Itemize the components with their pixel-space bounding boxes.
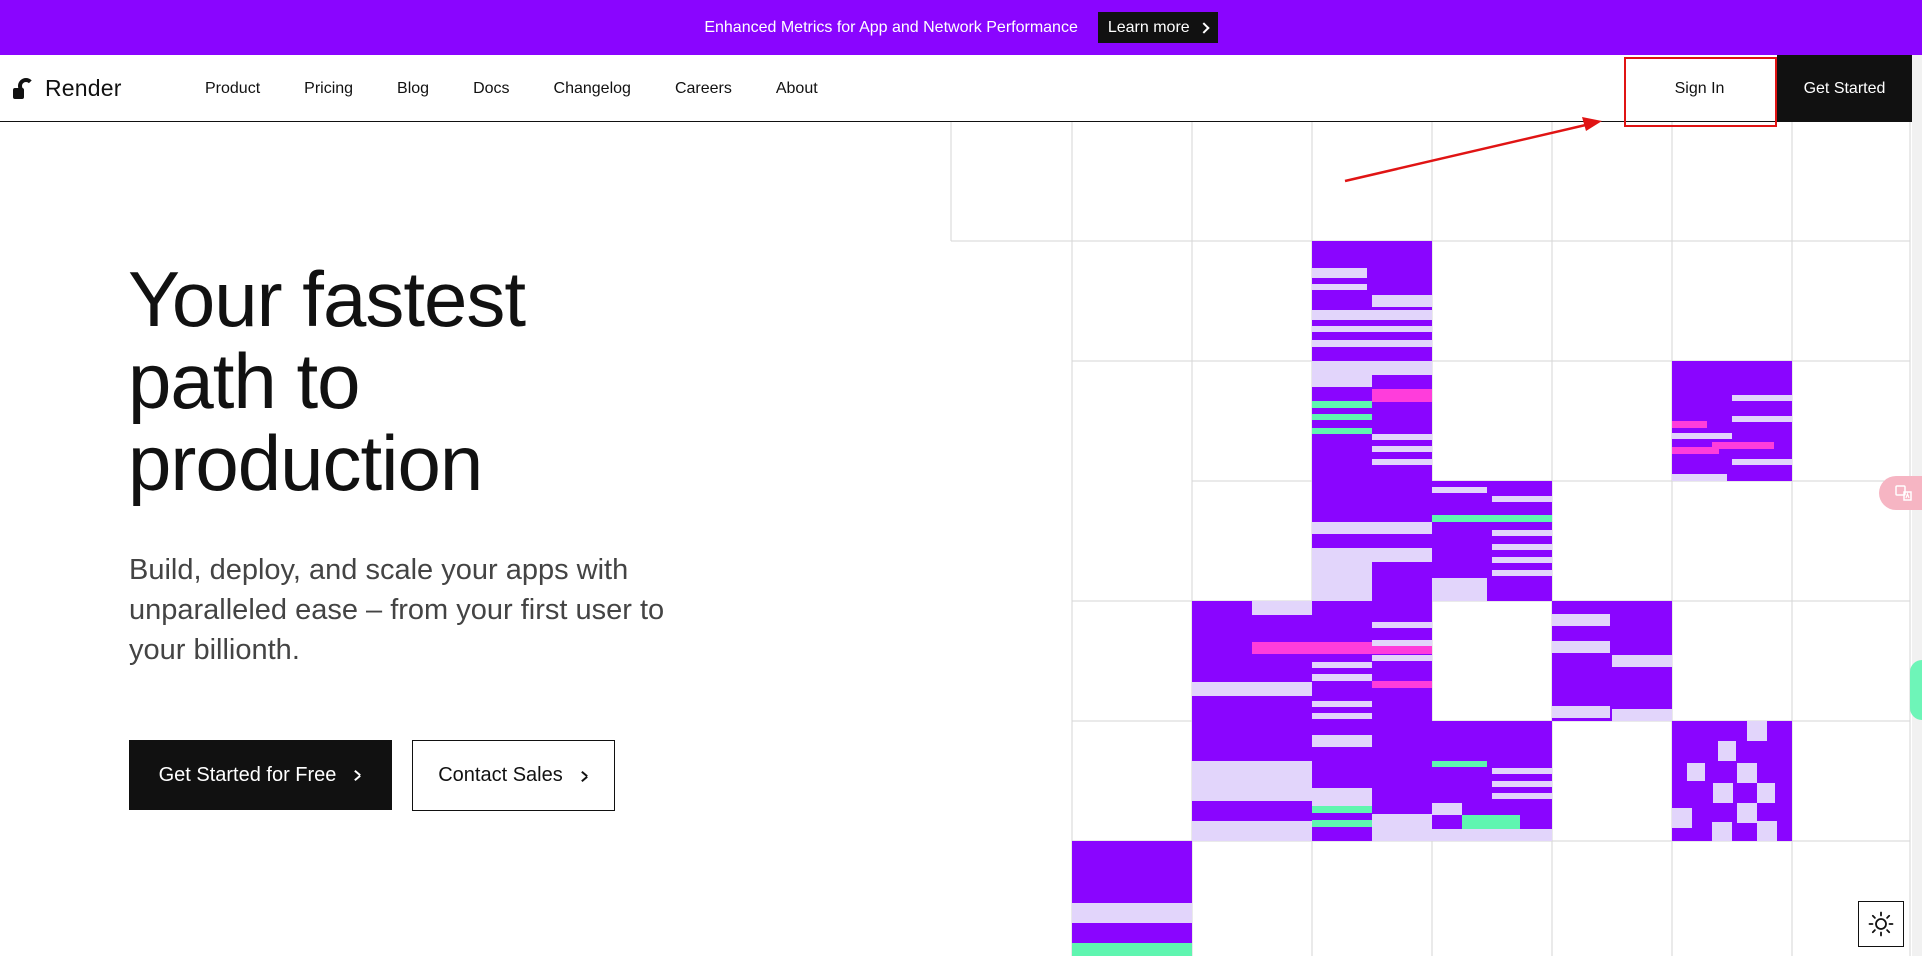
render-logo[interactable]: Render <box>13 75 122 101</box>
brand-name: Render <box>45 74 122 101</box>
nav-link-blog[interactable]: Blog <box>397 80 429 98</box>
hero-subtitle: Build, deploy, and scale your apps with … <box>129 554 665 666</box>
contact-sales-button[interactable]: Contact Sales <box>412 740 615 811</box>
chevron-right-icon <box>1198 21 1210 34</box>
render-logo-icon <box>13 77 35 99</box>
get-started-free-label: Get Started for Free <box>158 763 337 786</box>
hero-title-line-2: path to <box>128 337 361 425</box>
translate-icon <box>1894 485 1912 501</box>
nav-link-about[interactable]: About <box>776 80 818 98</box>
hero-title: Your fastest path to production <box>128 258 748 504</box>
nav-link-careers[interactable]: Careers <box>675 80 732 98</box>
nav-link-changelog[interactable]: Changelog <box>554 80 631 98</box>
learn-more-button[interactable]: Learn more <box>1097 12 1218 43</box>
banner-text: Enhanced Metrics for App and Network Per… <box>704 18 1078 36</box>
nav-link-docs[interactable]: Docs <box>473 80 509 98</box>
hero-title-line-3: production <box>128 419 483 507</box>
get-started-button[interactable]: Get Started <box>1777 55 1912 122</box>
chevron-right-icon <box>579 769 589 783</box>
contact-sales-label: Contact Sales <box>438 764 563 786</box>
nav-link-pricing[interactable]: Pricing <box>304 80 353 98</box>
get-started-free-button[interactable]: Get Started for Free <box>129 740 392 810</box>
side-widget-tab[interactable] <box>1910 660 1922 720</box>
nav-links: Product Pricing Blog Docs Changelog Care… <box>205 55 862 122</box>
announcement-banner: Enhanced Metrics for App and Network Per… <box>0 0 1922 55</box>
nav-link-product[interactable]: Product <box>205 80 260 98</box>
sun-icon <box>1868 911 1894 937</box>
chevron-right-icon <box>352 768 362 782</box>
theme-toggle-button[interactable] <box>1858 901 1904 947</box>
hero-title-line-1: Your fastest <box>128 255 526 343</box>
translate-widget[interactable] <box>1879 476 1922 510</box>
annotation-highlight-box <box>1624 57 1777 127</box>
learn-more-label: Learn more <box>1107 18 1190 36</box>
